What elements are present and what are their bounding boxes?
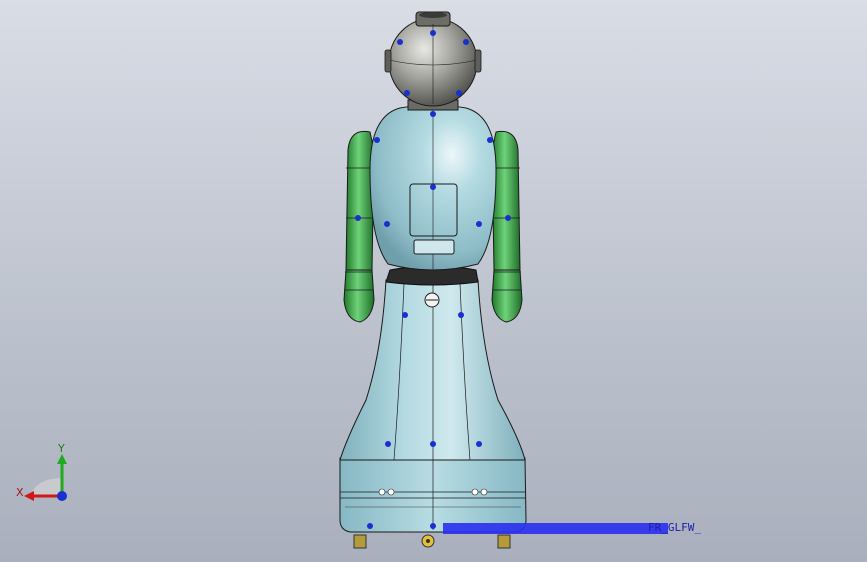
axis-x-label: X <box>16 486 24 499</box>
wheels[interactable] <box>353 534 511 549</box>
head[interactable] <box>384 11 482 107</box>
annotation-highlight <box>443 523 668 534</box>
robot-model[interactable] <box>0 0 867 562</box>
graphics-viewport[interactable]: Y X FR_GLFW_ <box>0 0 867 562</box>
right-arm[interactable] <box>491 130 523 323</box>
left-arm[interactable] <box>343 130 375 323</box>
axis-y-label: Y <box>58 442 65 455</box>
coordinate-triad[interactable] <box>10 440 80 510</box>
annotation-label[interactable]: FR_GLFW_ <box>443 522 743 534</box>
annotation-text: FR_GLFW_ <box>648 522 701 534</box>
